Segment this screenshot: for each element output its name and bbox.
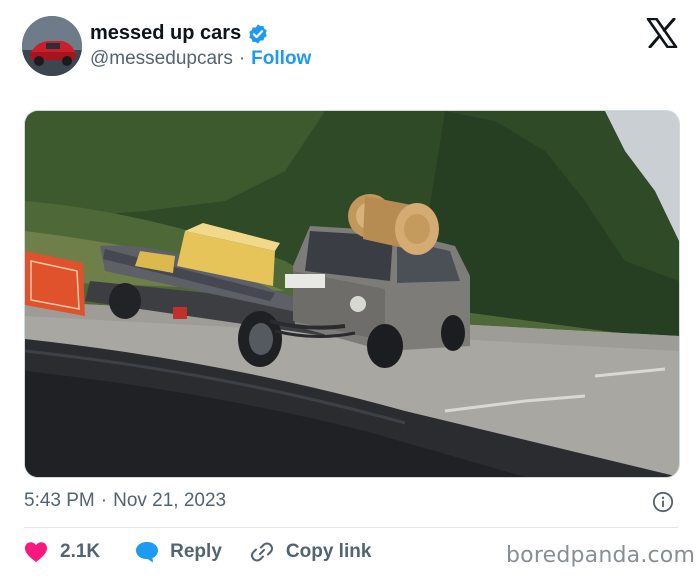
photo-car-towing-boat bbox=[25, 111, 679, 477]
copy-link-button[interactable]: Copy link bbox=[250, 540, 372, 564]
tweet-card: messed up cars @messedupcars · Follow 5:… bbox=[0, 0, 700, 581]
copy-link-label: Copy link bbox=[285, 541, 372, 562]
post-timestamp[interactable]: 5:43 PM · Nov 21, 2023 bbox=[24, 490, 226, 512]
post-time: 5:43 PM bbox=[24, 490, 95, 511]
like-count: 2.1K bbox=[60, 541, 101, 562]
reply-label: Reply bbox=[170, 541, 222, 562]
avatar-image bbox=[22, 16, 82, 76]
author-handle[interactable]: @messedupcars bbox=[90, 48, 233, 70]
heart-icon bbox=[25, 542, 47, 562]
handle-separator: · bbox=[238, 48, 246, 69]
author-display-name[interactable]: messed up cars bbox=[90, 22, 241, 45]
post-date: Nov 21, 2023 bbox=[113, 490, 227, 511]
post-photo[interactable] bbox=[24, 110, 680, 478]
like-button[interactable]: 2.1K bbox=[24, 541, 100, 563]
verified-badge-icon bbox=[249, 23, 267, 44]
author-handle-row: @messedupcars · Follow bbox=[90, 48, 311, 70]
reply-button[interactable]: Reply bbox=[134, 540, 222, 564]
avatar[interactable] bbox=[22, 16, 82, 76]
speech-bubble-icon bbox=[136, 542, 159, 563]
timestamp-separator: · bbox=[100, 490, 108, 511]
action-divider bbox=[24, 527, 678, 528]
link-icon bbox=[250, 542, 273, 562]
author-name-row: messed up cars bbox=[90, 22, 269, 45]
info-icon[interactable] bbox=[652, 491, 674, 513]
watermark: boredpanda.com bbox=[506, 543, 696, 568]
x-logo-icon[interactable] bbox=[646, 18, 678, 48]
follow-button[interactable]: Follow bbox=[251, 48, 311, 70]
post-actions: 2.1K Reply Copy link bbox=[24, 540, 371, 564]
